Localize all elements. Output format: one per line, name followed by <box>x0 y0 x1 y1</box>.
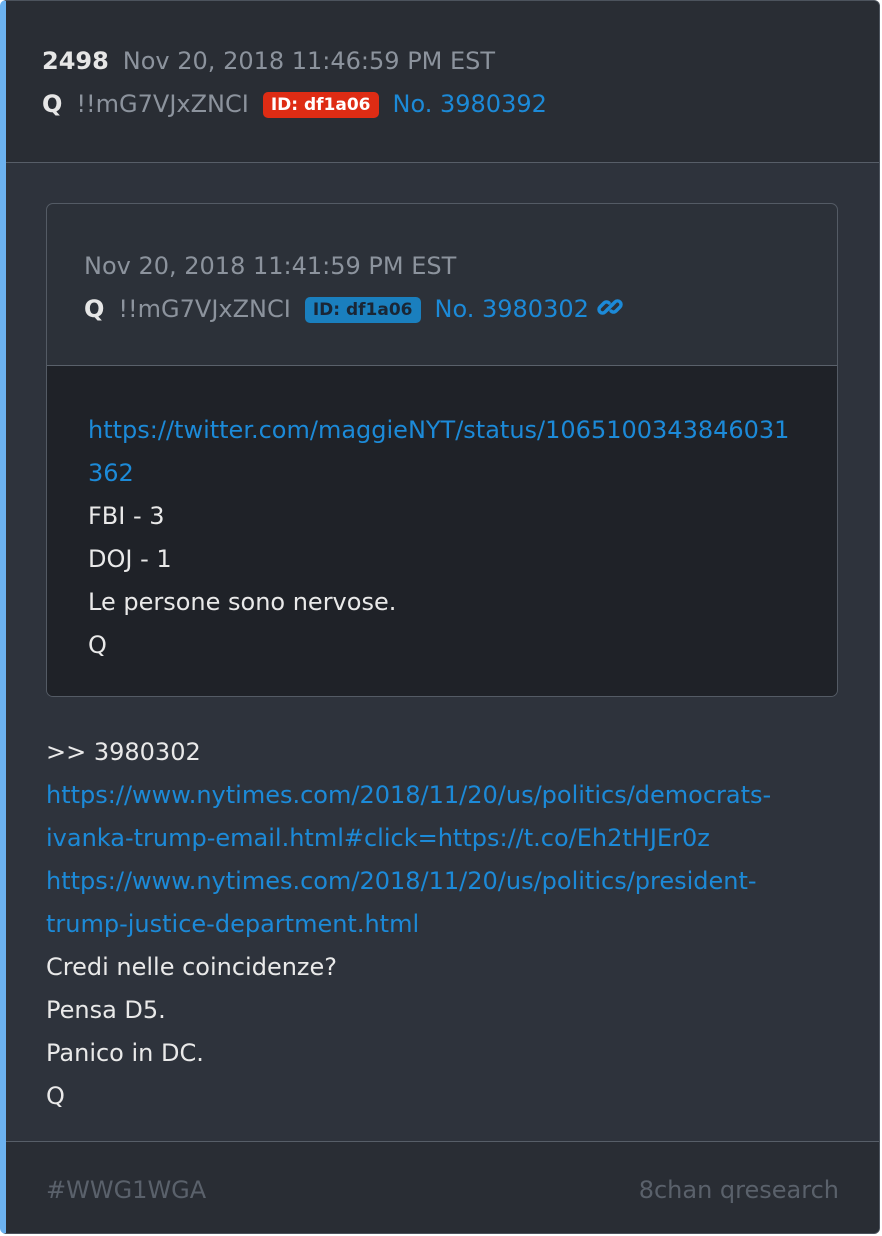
nytimes-link-2-cont[interactable]: trump-justice-department.html <box>46 903 836 946</box>
hashtag: #WWG1WGA <box>46 1176 207 1204</box>
source-label: 8chan qresearch <box>638 1176 839 1204</box>
quoted-post-header: Nov 20, 2018 11:41:59 PM EST Q !!mG7VJxZN… <box>47 204 837 366</box>
body-line: Panico in DC. <box>46 1039 204 1067</box>
quoted-author-name: Q <box>84 295 105 323</box>
quoted-timestamp: Nov 20, 2018 11:41:59 PM EST <box>84 252 457 280</box>
body-line: Q <box>46 1082 65 1110</box>
post-header: 2498 Nov 20, 2018 11:46:59 PM EST Q !!mG7V… <box>6 1 879 163</box>
body-line: Le persone sono nervose. <box>88 588 397 616</box>
nytimes-link-2[interactable]: https://www.nytimes.com/2018/11/20/us/po… <box>46 860 836 903</box>
nytimes-link-1[interactable]: https://www.nytimes.com/2018/11/20/us/po… <box>46 774 836 817</box>
post-card: 2498 Nov 20, 2018 11:46:59 PM EST Q !!mG7V… <box>0 0 880 1234</box>
body-line: Pensa D5. <box>46 996 166 1024</box>
id-badge[interactable]: ID: df1a06 <box>262 92 379 118</box>
body-line: FBI - 3 <box>88 502 165 530</box>
nytimes-link-1-cont[interactable]: ivanka-trump-email.html#click=https://t.… <box>46 817 836 860</box>
body-line: Q <box>88 631 107 659</box>
quoted-author-row: Q !!mG7VJxZNCI ID: df1a06 No. 3980302 <box>84 293 623 328</box>
quoted-tripcode: !!mG7VJxZNCI <box>118 295 291 323</box>
post-footer: #WWG1WGA 8chan qresearch <box>6 1141 879 1233</box>
post-number-link[interactable]: No. 3980392 <box>393 90 547 118</box>
quoted-post-number-link[interactable]: No. 3980302 <box>435 295 589 323</box>
quoted-meta-row: Nov 20, 2018 11:41:59 PM EST <box>84 250 456 282</box>
quoted-post: Nov 20, 2018 11:41:59 PM EST Q !!mG7VJxZN… <box>46 203 838 697</box>
tripcode: !!mG7VJxZNCI <box>76 90 249 118</box>
post-meta-row: 2498 Nov 20, 2018 11:46:59 PM EST <box>42 45 495 77</box>
post-timestamp: Nov 20, 2018 11:46:59 PM EST <box>122 47 496 75</box>
author-name: Q <box>42 90 63 118</box>
reply-reference[interactable]: >> 3980302 <box>46 731 836 774</box>
quoted-body-text: https://twitter.com/maggieNYT/status/106… <box>88 409 800 667</box>
quoted-id-badge[interactable]: ID: df1a06 <box>304 297 421 323</box>
body-line: Credi nelle coincidenze? <box>46 953 338 981</box>
body-line: DOJ - 1 <box>88 545 172 573</box>
quoted-post-body: https://twitter.com/maggieNYT/status/106… <box>47 366 837 696</box>
twitter-link[interactable]: https://twitter.com/maggieNYT/status/106… <box>88 409 800 495</box>
post-author-row: Q !!mG7VJxZNCI ID: df1a06 No. 3980392 <box>42 88 547 120</box>
chain-link-icon[interactable] <box>597 294 623 328</box>
post-body: >> 3980302 https://www.nytimes.com/2018/… <box>46 731 836 1118</box>
post-number: 2498 <box>42 47 109 75</box>
